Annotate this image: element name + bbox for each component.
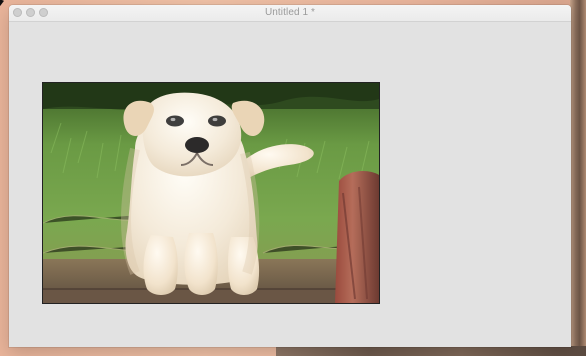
desktop-wallpaper-right [570, 0, 586, 356]
mouse-pointer-icon [0, 0, 4, 8]
window-titlebar[interactable]: Untitled 1 * [9, 5, 571, 22]
puppy-photo-art [43, 83, 379, 303]
app-window: Untitled 1 * [9, 5, 571, 347]
puppy-image[interactable] [42, 82, 380, 304]
window-title: Untitled 1 * [264, 7, 316, 18]
desktop-wallpaper-bottom [276, 346, 586, 356]
